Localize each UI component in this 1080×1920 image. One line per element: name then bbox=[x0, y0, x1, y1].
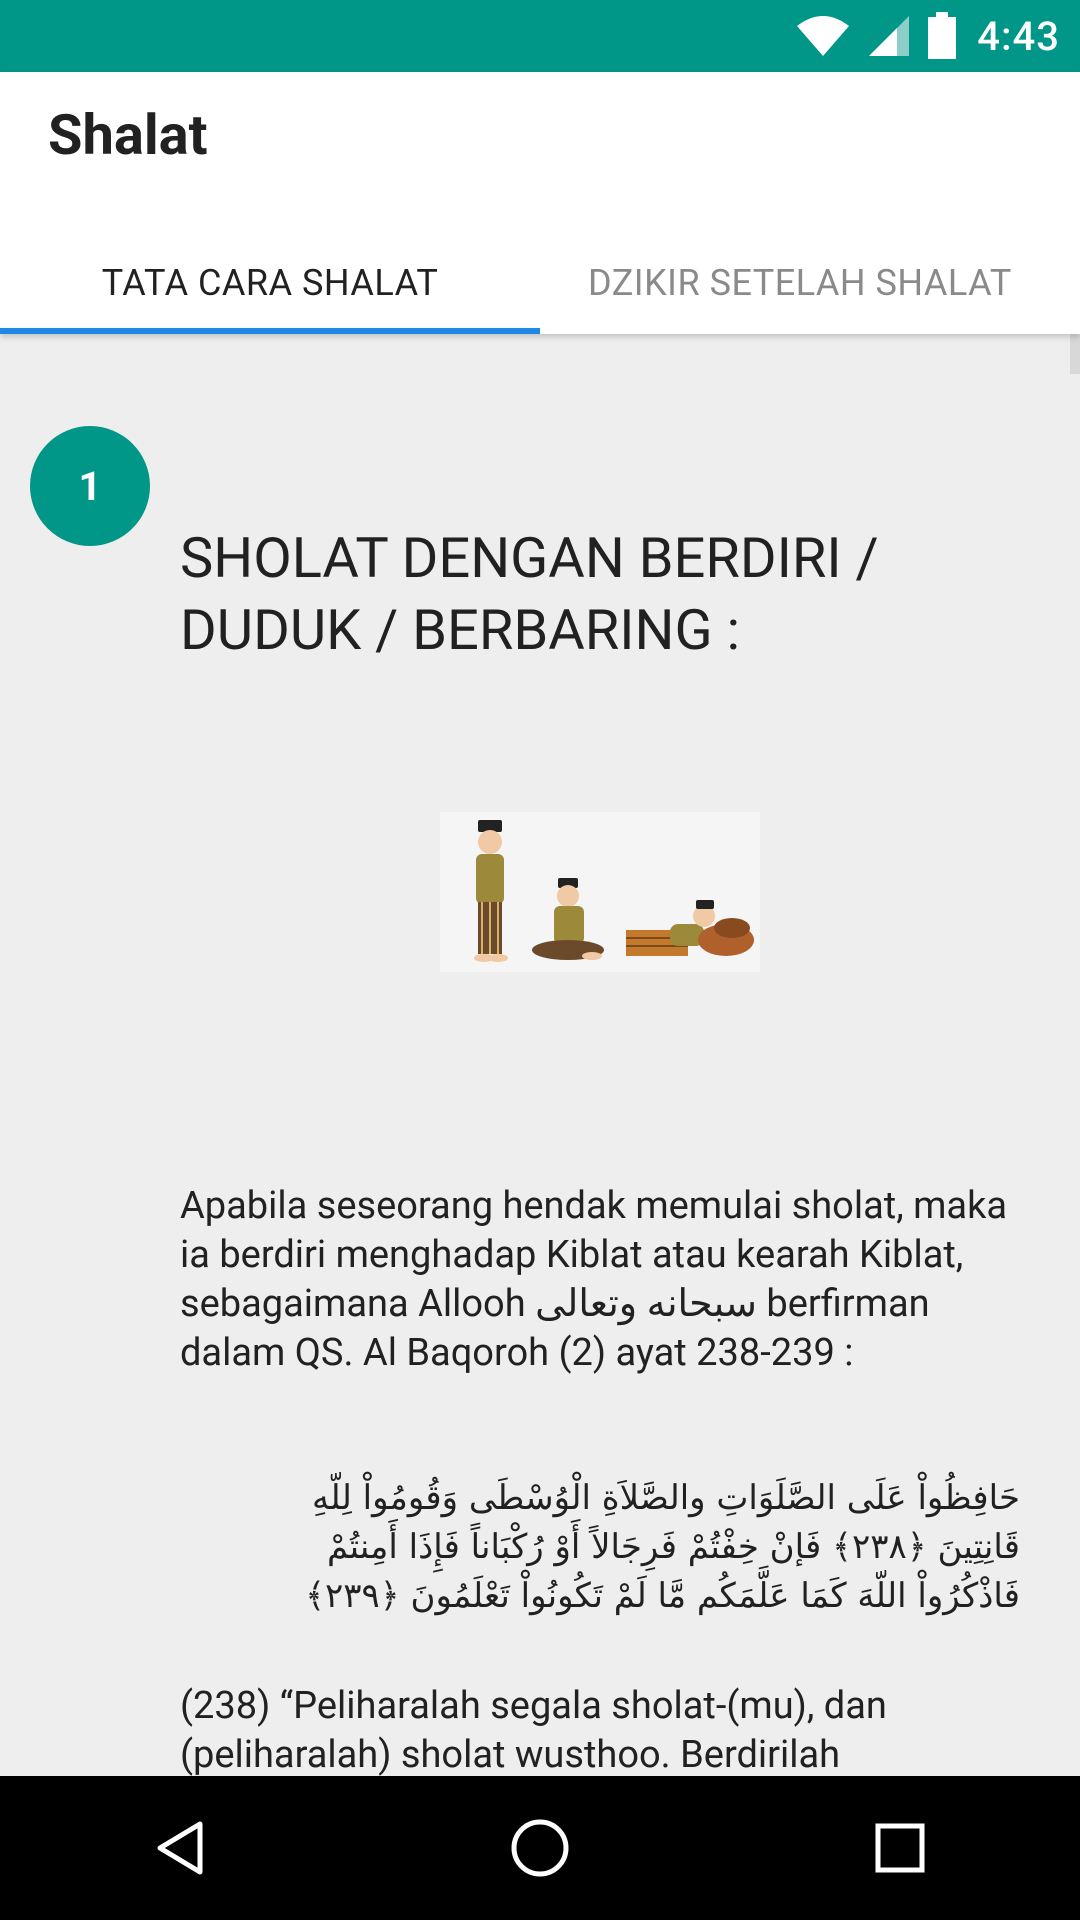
step-number-badge: 1 bbox=[30, 426, 150, 546]
back-icon bbox=[157, 1821, 203, 1875]
verse-translation: (238) “Peliharalah segala sholat-(mu), d… bbox=[180, 1684, 887, 1776]
tab-dzikir-setelah-shalat[interactable]: DZIKIR SETELAH SHALAT bbox=[540, 232, 1080, 334]
app-title: Shalat bbox=[48, 102, 208, 168]
arabic-verse: حَافِظُواْ عَلَى الصَّلَوَاتِ والصَّلاَة… bbox=[305, 1478, 1020, 1616]
tab-bar: TATA CARA SHALAT DZIKIR SETELAH SHALAT bbox=[0, 232, 1080, 334]
status-icons: 4:43 bbox=[795, 0, 1060, 72]
step-description: Apabila seseorang hendak memulai sholat,… bbox=[180, 1184, 1008, 1375]
status-time: 4:43 bbox=[977, 12, 1060, 60]
status-bar: 4:43 bbox=[0, 0, 1080, 72]
step-title: SHOLAT DENGAN BERDIRI / DUDUK / BERBARIN… bbox=[180, 525, 879, 663]
back-button[interactable] bbox=[110, 1798, 250, 1898]
tab-selected-indicator bbox=[0, 328, 540, 334]
navigation-bar bbox=[0, 1776, 1080, 1920]
content-scroll-area[interactable]: 1 SHOLAT DENGAN BERDIRI / DUDUK / BERBAR… bbox=[0, 334, 1080, 1776]
prayer-positions-illustration bbox=[440, 812, 760, 972]
home-icon bbox=[511, 1819, 569, 1877]
lying-figure bbox=[626, 900, 754, 956]
wifi-icon bbox=[797, 16, 850, 56]
tab-tata-cara-shalat[interactable]: TATA CARA SHALAT bbox=[0, 232, 540, 334]
recents-icon bbox=[875, 1823, 925, 1873]
scrollbar[interactable] bbox=[1070, 334, 1080, 374]
tab-label: TATA CARA SHALAT bbox=[101, 262, 439, 304]
tab-label: DZIKIR SETELAH SHALAT bbox=[588, 262, 1012, 304]
sitting-figure bbox=[532, 878, 604, 960]
battery-icon bbox=[928, 12, 957, 59]
home-button[interactable] bbox=[470, 1798, 610, 1898]
app-bar: Shalat TATA CARA SHALAT DZIKIR SETELAH S… bbox=[0, 72, 1080, 334]
cell-signal-icon bbox=[869, 16, 910, 56]
recents-button[interactable] bbox=[830, 1798, 970, 1898]
standing-figure bbox=[474, 820, 508, 962]
